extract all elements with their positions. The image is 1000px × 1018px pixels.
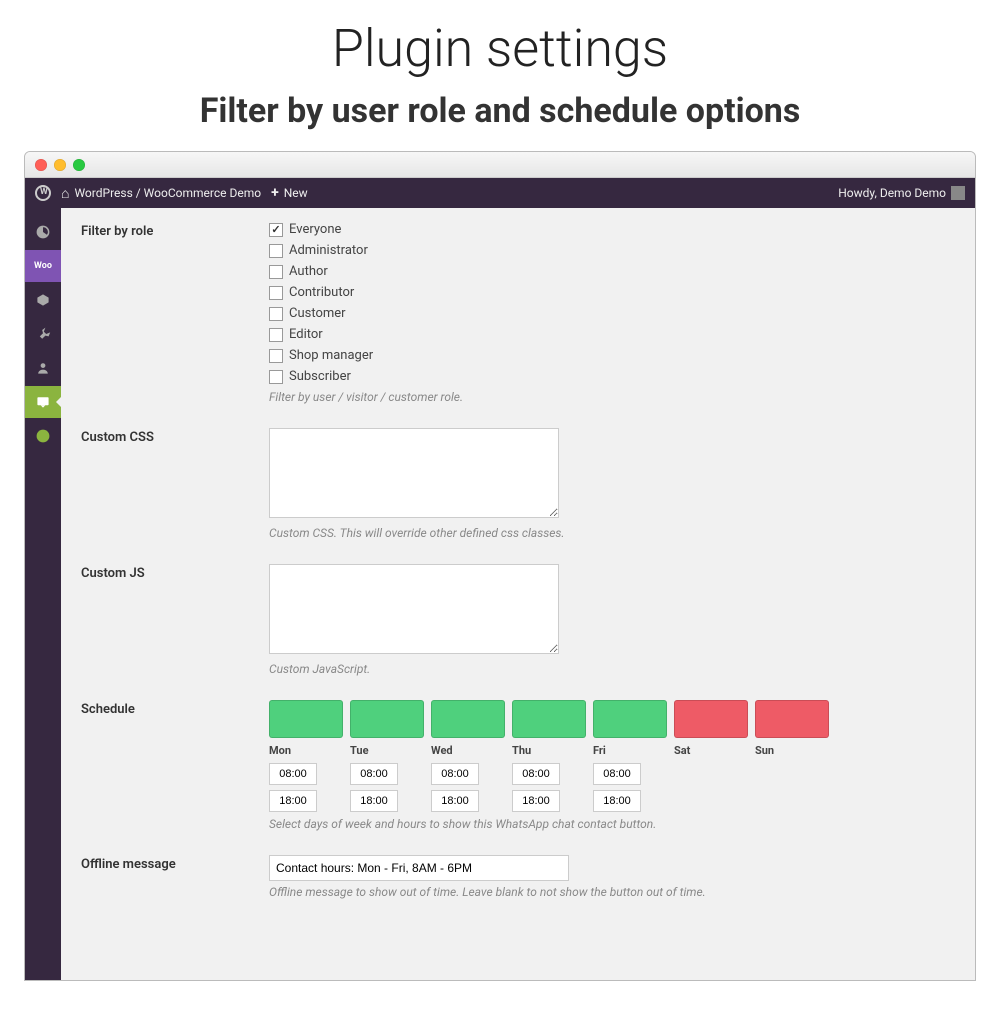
plus-icon: + (271, 185, 279, 201)
home-icon: ⌂ (61, 185, 69, 202)
minimize-icon[interactable] (54, 159, 66, 171)
schedule-end-input[interactable] (269, 790, 317, 812)
role-checkbox[interactable] (269, 286, 283, 300)
schedule-help: Select days of week and hours to show th… (269, 817, 955, 831)
site-name: WordPress / WooCommerce Demo (74, 186, 261, 200)
page-title: Plugin settings (0, 18, 1000, 79)
schedule-day-label: Sun (755, 744, 829, 757)
custom-js-input[interactable] (269, 564, 559, 654)
wp-logo-icon[interactable] (35, 185, 51, 201)
schedule-day-toggle[interactable] (269, 700, 343, 738)
schedule-day-toggle[interactable] (512, 700, 586, 738)
offline-message-input[interactable] (269, 855, 569, 881)
schedule-day-toggle[interactable] (755, 700, 829, 738)
filter-by-role-help: Filter by user / visitor / customer role… (269, 390, 955, 404)
schedule-start-input[interactable] (512, 763, 560, 785)
role-checkbox[interactable] (269, 328, 283, 342)
products-icon[interactable] (25, 284, 61, 316)
chat-plugin-icon[interactable] (25, 386, 61, 418)
schedule-day-toggle[interactable] (431, 700, 505, 738)
schedule-label: Schedule (81, 700, 269, 831)
user-menu[interactable]: Howdy, Demo Demo (838, 186, 965, 200)
schedule-end-input[interactable] (350, 790, 398, 812)
custom-css-label: Custom CSS (81, 428, 269, 540)
howdy-text: Howdy, Demo Demo (838, 186, 946, 200)
schedule-day-label: Fri (593, 744, 667, 757)
role-option-label: Author (289, 264, 328, 279)
settings-panel: Filter by role Everyone Administrator Auth… (61, 208, 975, 980)
schedule-day-toggle[interactable] (350, 700, 424, 738)
role-option-label: Customer (289, 306, 346, 321)
new-label: New (284, 186, 308, 200)
schedule-end-input[interactable] (593, 790, 641, 812)
dashboard-icon[interactable] (25, 216, 61, 248)
schedule-day-label: Sat (674, 744, 748, 757)
app-window: ⌂ WordPress / WooCommerce Demo + New Howdy… (24, 151, 976, 981)
maximize-icon[interactable] (73, 159, 85, 171)
schedule-start-input[interactable] (350, 763, 398, 785)
role-checkbox[interactable] (269, 370, 283, 384)
role-option-label: Editor (289, 327, 323, 342)
woocommerce-icon[interactable]: Woo (25, 250, 61, 282)
admin-sidebar: Woo (25, 208, 61, 980)
users-icon[interactable] (25, 352, 61, 384)
role-option-label: Everyone (289, 222, 341, 237)
schedule-end-input[interactable] (512, 790, 560, 812)
role-option-label: Contributor (289, 285, 354, 300)
role-checkbox[interactable] (269, 223, 283, 237)
role-option-label: Administrator (289, 243, 368, 258)
schedule-day-label: Tue (350, 744, 424, 757)
custom-js-help: Custom JavaScript. (269, 662, 955, 676)
new-button[interactable]: + New (271, 185, 308, 201)
schedule-start-input[interactable] (269, 763, 317, 785)
role-option-label: Subscriber (289, 369, 351, 384)
custom-css-help: Custom CSS. This will override other def… (269, 526, 955, 540)
avatar-icon (951, 186, 965, 200)
site-link[interactable]: ⌂ WordPress / WooCommerce Demo (61, 185, 261, 202)
window-titlebar (25, 152, 975, 178)
role-checkbox[interactable] (269, 307, 283, 321)
role-checkbox[interactable] (269, 244, 283, 258)
offline-help: Offline message to show out of time. Lea… (269, 885, 955, 899)
role-checkbox[interactable] (269, 349, 283, 363)
schedule-day-label: Wed (431, 744, 505, 757)
filter-by-role-label: Filter by role (81, 222, 269, 404)
admin-toolbar: ⌂ WordPress / WooCommerce Demo + New Howdy… (25, 178, 975, 208)
custom-js-label: Custom JS (81, 564, 269, 676)
jetpack-icon[interactable] (25, 420, 61, 452)
page-subtitle: Filter by user role and schedule options (0, 91, 1000, 131)
schedule-day-toggle[interactable] (674, 700, 748, 738)
close-icon[interactable] (35, 159, 47, 171)
schedule-day-label: Thu (512, 744, 586, 757)
schedule-end-input[interactable] (431, 790, 479, 812)
schedule-start-input[interactable] (593, 763, 641, 785)
custom-css-input[interactable] (269, 428, 559, 518)
schedule-day-toggle[interactable] (593, 700, 667, 738)
role-checkbox[interactable] (269, 265, 283, 279)
plugins-icon[interactable] (25, 318, 61, 350)
schedule-start-input[interactable] (431, 763, 479, 785)
schedule-day-label: Mon (269, 744, 343, 757)
role-option-label: Shop manager (289, 348, 373, 363)
offline-label: Offline message (81, 855, 269, 899)
